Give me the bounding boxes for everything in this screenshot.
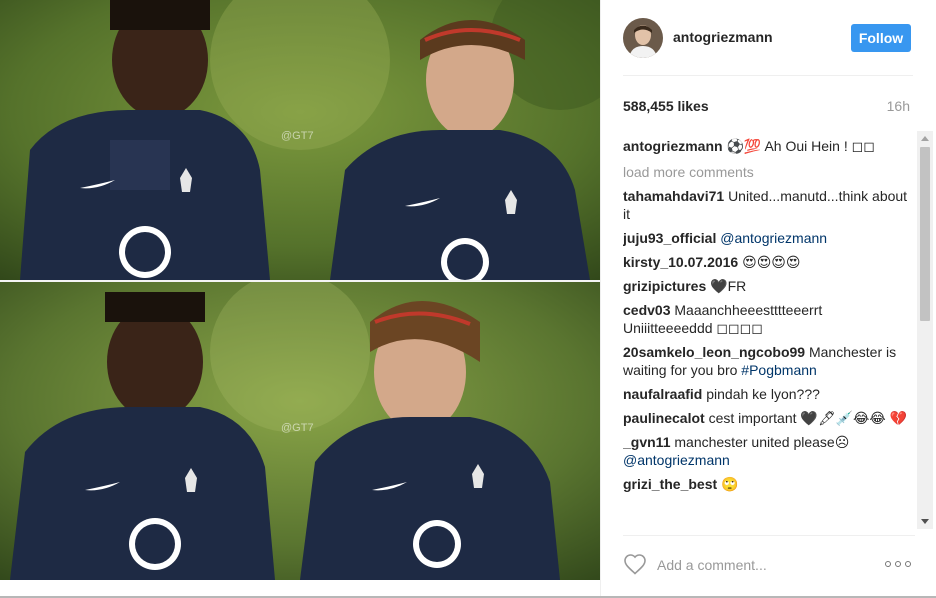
comment-text: manchester united please☹ [674,434,850,450]
photo-panel-bottom: @GT7 [0,282,600,580]
post-time[interactable]: 16h [887,98,910,114]
comments-scrollbar[interactable] [917,131,933,529]
comment-username[interactable]: juju93_official [623,230,716,246]
post-sidebar: antogriezmann Follow 588,455 likes 16h a… [600,0,936,598]
photo-panel-top: @GT7 [0,0,600,280]
comment-item: grizipictures 🖤FR [623,277,915,295]
comment-item: 20samkelo_leon_ngcobo99 Manchester is wa… [623,343,915,379]
post-header: antogriezmann Follow [623,16,913,76]
comment-item: tahamahdavi71 United...manutd...think ab… [623,187,915,223]
comments-list: antogriezmann ⚽💯 Ah Oui Hein ! ◻◻ load m… [623,137,915,527]
comment-username[interactable]: kirsty_10.07.2016 [623,254,738,270]
comment-item: grizi_the_best 🙄 [623,475,915,493]
comment-mention[interactable]: @antogriezmann [720,230,827,246]
caption: antogriezmann ⚽💯 Ah Oui Hein ! ◻◻ [623,137,915,155]
comment-item: naufalraafid pindah ke lyon??? [623,385,915,403]
follow-button[interactable]: Follow [851,24,911,52]
watermark: @GT7 [281,130,314,142]
post-photo[interactable]: @GT7 @GT7 [0,0,600,580]
comment-item: kirsty_10.07.2016 😍😍😍😍 [623,253,915,271]
comment-username[interactable]: _gvn11 [623,434,670,450]
comment-username[interactable]: paulinecalot [623,410,705,426]
comment-username[interactable]: grizi_the_best [623,476,717,492]
comment-text: 🖤FR [710,278,747,294]
comment-hashtag[interactable]: #Pogbmann [741,362,817,378]
load-more-comments[interactable]: load more comments [623,163,915,181]
more-options-icon[interactable] [885,556,913,572]
comment-item: juju93_official @antogriezmann [623,229,915,247]
comment-text: pindah ke lyon??? [706,386,820,402]
comment-text: cest important 🖤🖋💉😂😂 💔 [708,410,908,426]
comment-username[interactable]: 20samkelo_leon_ngcobo99 [623,344,805,360]
likes-count[interactable]: 588,455 likes [623,98,709,114]
caption-text: ⚽💯 Ah Oui Hein ! ◻◻ [726,138,875,154]
heart-icon[interactable] [623,553,647,575]
comment-username[interactable]: tahamahdavi71 [623,188,724,204]
watermark: @GT7 [281,422,314,434]
comment-username[interactable]: cedv03 [623,302,670,318]
username[interactable]: antogriezmann [673,29,773,45]
comment-text: 🙄 [721,476,739,492]
scroll-up-arrow-icon[interactable] [921,136,929,141]
comment-username[interactable]: grizipictures [623,278,706,294]
caption-username[interactable]: antogriezmann [623,138,723,154]
scrollbar-thumb[interactable] [920,147,930,321]
comment-username[interactable]: naufalraafid [623,386,702,402]
comment-footer [623,535,915,585]
comment-input[interactable] [657,554,867,576]
comment-text: 😍😍😍😍 [742,254,801,270]
profile-avatar[interactable] [623,18,663,58]
comment-item: cedv03 Maaanchheeestttteeerrt Uniiitteee… [623,301,915,337]
comment-mention[interactable]: @antogriezmann [623,452,730,468]
comment-item: _gvn11 manchester united please☹ @antogr… [623,433,915,469]
scroll-down-arrow-icon[interactable] [921,519,929,524]
comment-item: paulinecalot cest important 🖤🖋💉😂😂 💔 [623,409,915,427]
